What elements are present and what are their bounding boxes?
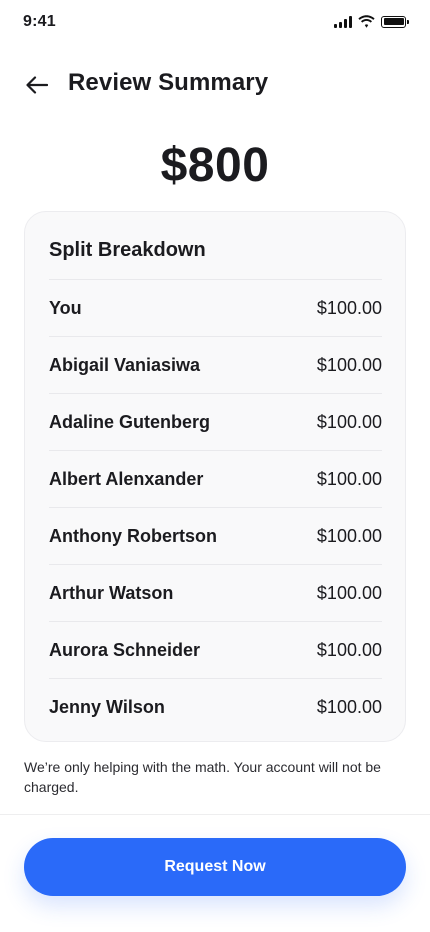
participant-name: Aurora Schneider [49,639,201,660]
signal-icon [334,15,352,28]
participant-amount: $100.00 [316,582,382,603]
participant-name: You [49,297,82,318]
breakdown-row: Aurora Schneider $100.00 [49,621,382,678]
total-amount: $800 [160,139,270,192]
breakdown-row: Anthony Robertson $100.00 [49,507,382,564]
page-title: Review Summary [68,69,269,96]
breakdown-row: Abigail Vaniasiwa $100.00 [49,336,382,393]
participant-name: Abigail Vaniasiwa [49,354,201,375]
participant-amount: $100.00 [316,696,382,717]
participant-name: Albert Alenxander [49,468,204,489]
participant-name: Arthur Watson [49,582,174,603]
breakdown-row: Adaline Gutenberg $100.00 [49,393,382,450]
request-now-button[interactable]: Request Now [24,838,406,896]
breakdown-row: Albert Alenxander $100.00 [49,450,382,507]
battery-icon [381,15,409,28]
back-button[interactable] [22,70,52,100]
participant-name: Jenny Wilson [49,696,165,717]
breakdown-row: Arthur Watson $100.00 [49,564,382,621]
status-bar: 9:41 [0,0,430,46]
participant-name: Anthony Robertson [49,525,217,546]
participant-amount: $100.00 [316,468,382,489]
participant-amount: $100.00 [316,297,382,318]
breakdown-row: Jenny Wilson $100.00 [49,678,382,735]
header: Review Summary [0,64,430,104]
breakdown-row: You $100.00 [49,279,382,336]
participant-name: Adaline Gutenberg [49,411,211,432]
status-icons [334,15,409,28]
arrow-left-icon [26,76,48,94]
participant-amount: $100.00 [316,411,382,432]
card-title: Split Breakdown [49,239,206,261]
participant-amount: $100.00 [316,354,382,375]
breakdown-list: You $100.00 Abigail Vaniasiwa $100.00 Ad… [49,279,382,735]
status-time: 9:41 [23,13,56,30]
participant-amount: $100.00 [316,639,382,660]
disclaimer-note: We’re only helping with the math. Your a… [24,759,381,795]
participant-amount: $100.00 [316,525,382,546]
split-breakdown-card: Split Breakdown You $100.00 Abigail Vani… [24,211,406,742]
footer-divider [0,814,430,815]
wifi-icon [358,15,375,28]
